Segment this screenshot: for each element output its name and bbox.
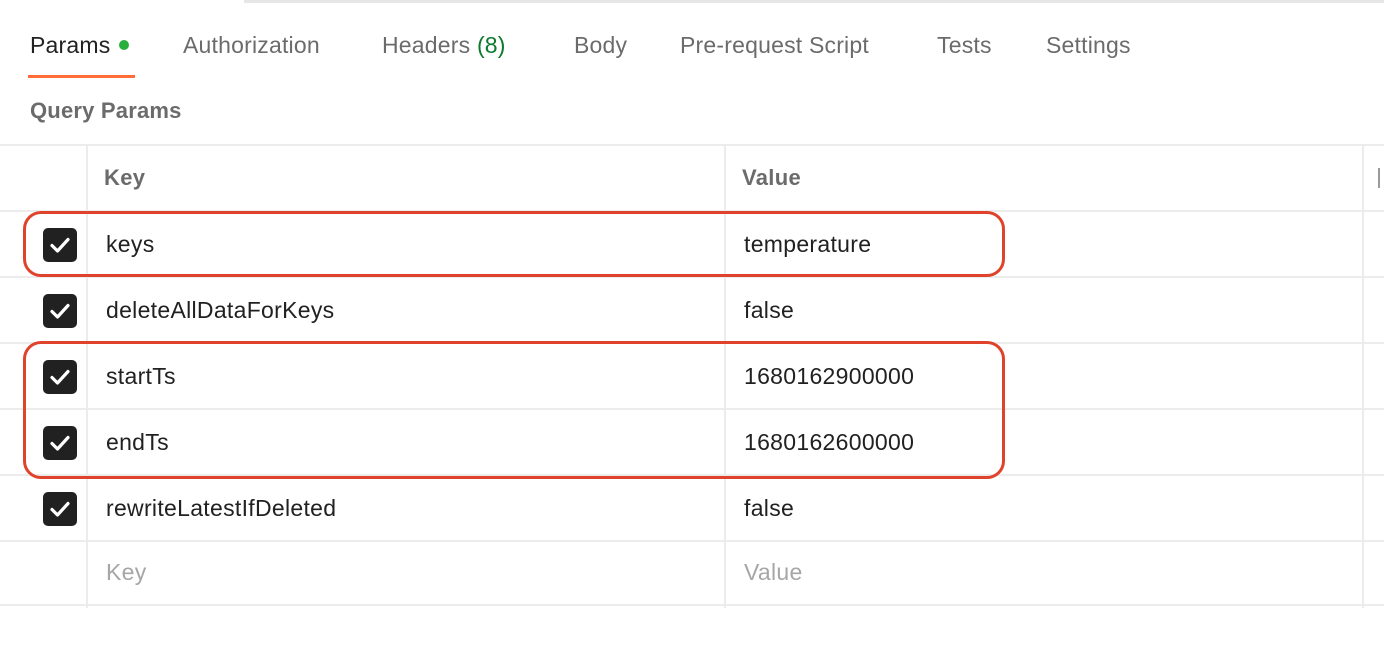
param-key[interactable]: startTs — [106, 344, 176, 408]
new-key-input[interactable]: Key — [106, 540, 147, 604]
tab-authorization[interactable]: Authorization — [183, 32, 320, 59]
row-checkbox[interactable] — [43, 360, 77, 394]
column-header-value: Value — [742, 165, 801, 190]
tab-params[interactable]: Params — [30, 32, 130, 59]
tab-pre-request-script[interactable]: Pre-request Script — [680, 32, 869, 59]
table-row: endTs 1680162600000 — [0, 408, 1384, 474]
param-value[interactable]: 1680162600000 — [744, 410, 914, 474]
headers-count-badge: (8) — [476, 32, 506, 58]
param-key[interactable]: rewriteLatestIfDeleted — [106, 476, 336, 540]
tab-headers[interactable]: Headers (8) — [382, 32, 506, 59]
param-value[interactable]: 1680162900000 — [744, 344, 914, 408]
column-header-key: Key — [104, 165, 146, 190]
column-divider — [86, 144, 88, 608]
param-value[interactable]: false — [744, 476, 794, 540]
param-key[interactable]: keys — [106, 212, 155, 276]
param-value[interactable]: false — [744, 278, 794, 342]
section-title: Query Params — [30, 98, 182, 123]
params-active-dot — [119, 39, 130, 50]
column-divider — [724, 144, 726, 608]
table-row: keys temperature — [0, 210, 1384, 276]
row-checkbox[interactable] — [43, 426, 77, 460]
active-tab-indicator — [28, 75, 135, 78]
tab-headers-label: Headers — [382, 32, 471, 58]
param-value[interactable]: temperature — [744, 212, 871, 276]
table-row: startTs 1680162900000 — [0, 342, 1384, 408]
table-row-new: Key Value — [0, 540, 1384, 606]
query-params-table: Key Value keys temperature deleteAllData… — [0, 144, 1384, 608]
check-icon — [50, 369, 70, 385]
param-key[interactable]: deleteAllDataForKeys — [106, 278, 334, 342]
check-icon — [50, 303, 70, 319]
tab-body[interactable]: Body — [574, 32, 627, 59]
table-row: rewriteLatestIfDeleted false — [0, 474, 1384, 540]
table-row: deleteAllDataForKeys false — [0, 276, 1384, 342]
column-resize-handle[interactable] — [1378, 168, 1384, 188]
column-divider — [1362, 144, 1364, 608]
check-icon — [50, 237, 70, 253]
table-header-row: Key Value — [0, 144, 1384, 210]
tab-tests[interactable]: Tests — [937, 32, 992, 59]
check-icon — [50, 501, 70, 517]
request-tabs: Params Authorization Headers (8) Body Pr… — [0, 0, 1384, 82]
tab-params-label: Params — [30, 32, 111, 58]
check-icon — [50, 435, 70, 451]
row-checkbox[interactable] — [43, 294, 77, 328]
tab-settings[interactable]: Settings — [1046, 32, 1131, 59]
row-checkbox[interactable] — [43, 492, 77, 526]
row-checkbox[interactable] — [43, 228, 77, 262]
new-value-input[interactable]: Value — [744, 540, 803, 604]
param-key[interactable]: endTs — [106, 410, 169, 474]
